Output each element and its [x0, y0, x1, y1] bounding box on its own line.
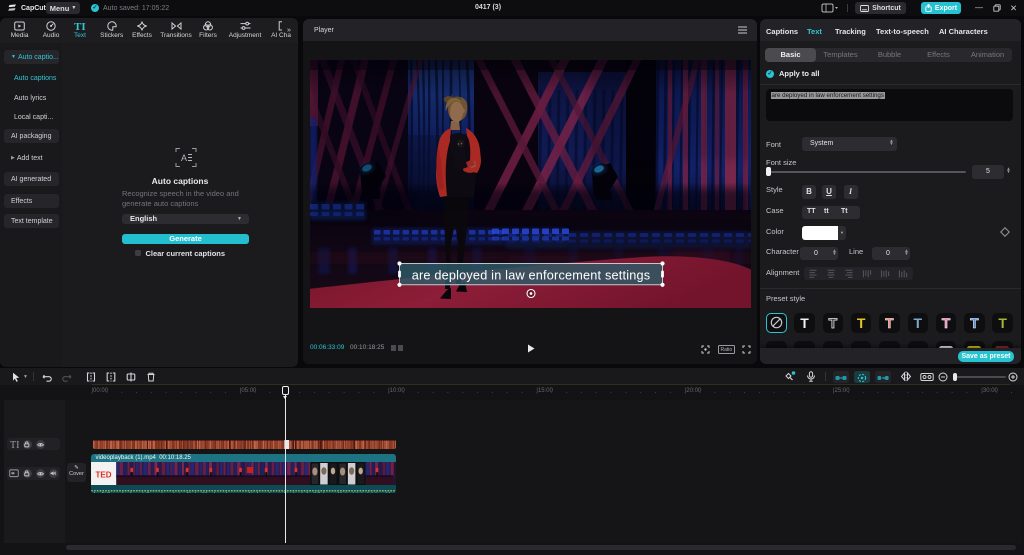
- svg-text:TI: TI: [10, 440, 19, 450]
- svg-text:are deployed in law enforcemen: are deployed in law enforcement settings: [411, 269, 650, 283]
- svg-text:A: A: [181, 153, 187, 163]
- svg-text:TI: TI: [74, 21, 86, 31]
- svg-text:TED: TED: [95, 470, 111, 479]
